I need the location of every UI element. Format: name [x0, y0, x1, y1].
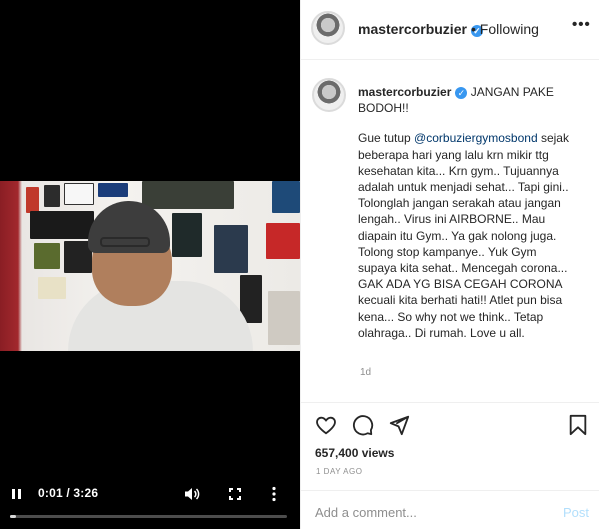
comment-input[interactable]: [315, 502, 545, 522]
more-options-icon[interactable]: •••: [572, 16, 591, 33]
caption-body: Gue tutup @corbuziergymosbond sejak bebe…: [358, 131, 569, 340]
bookmark-icon[interactable]: [567, 414, 589, 436]
verified-icon: ✓: [455, 87, 468, 99]
divider: [301, 402, 599, 403]
fullscreen-icon[interactable]: [229, 487, 241, 500]
caption: mastercorbuzier ✓ JANGAN PAKE BODOH!! Gue…: [358, 84, 578, 341]
mention-link[interactable]: @corbuziergymosbond: [414, 131, 538, 145]
wall-poster: [98, 183, 128, 197]
divider: [301, 490, 599, 491]
share-icon[interactable]: [388, 414, 410, 436]
volume-icon[interactable]: [184, 487, 200, 501]
wall-poster: [34, 243, 60, 269]
video-time: 0:01 / 3:26: [38, 486, 99, 500]
progress-bar[interactable]: [10, 515, 287, 518]
person-glasses: [100, 237, 150, 247]
wall-poster: [272, 181, 300, 213]
wall-poster: [30, 211, 94, 239]
caption-username[interactable]: mastercorbuzier: [358, 85, 451, 99]
wall-poster: [214, 225, 248, 273]
wall-poster: [266, 223, 300, 259]
wall-poster: [44, 185, 60, 207]
caption-avatar[interactable]: [312, 78, 346, 112]
post-button[interactable]: Post: [563, 505, 589, 520]
view-count[interactable]: 657,400 views: [315, 446, 394, 460]
following-button[interactable]: • Following: [471, 21, 539, 37]
pause-icon[interactable]: [10, 487, 24, 501]
video-frame[interactable]: [0, 181, 300, 351]
avatar[interactable]: [311, 11, 345, 45]
video-player[interactable]: 0:01 / 3:26: [0, 0, 300, 529]
caption-age: 1d: [360, 367, 372, 378]
more-vertical-icon[interactable]: [271, 486, 277, 502]
post-date: 1 DAY AGO: [316, 467, 363, 476]
wall-poster: [172, 213, 202, 257]
progress-fill: [10, 515, 16, 518]
wall-poster: [268, 291, 300, 345]
comment-icon[interactable]: [352, 414, 374, 436]
post-sidebar: mastercorbuzier ✓ • Following ••• masterc…: [300, 0, 599, 529]
wall-poster: [64, 183, 94, 205]
wall-poster: [26, 187, 39, 213]
heart-icon[interactable]: [315, 414, 337, 436]
header-username[interactable]: mastercorbuzier ✓: [358, 21, 483, 37]
wall-poster: [38, 277, 66, 299]
divider: [301, 59, 599, 60]
wall-poster: [142, 181, 234, 209]
